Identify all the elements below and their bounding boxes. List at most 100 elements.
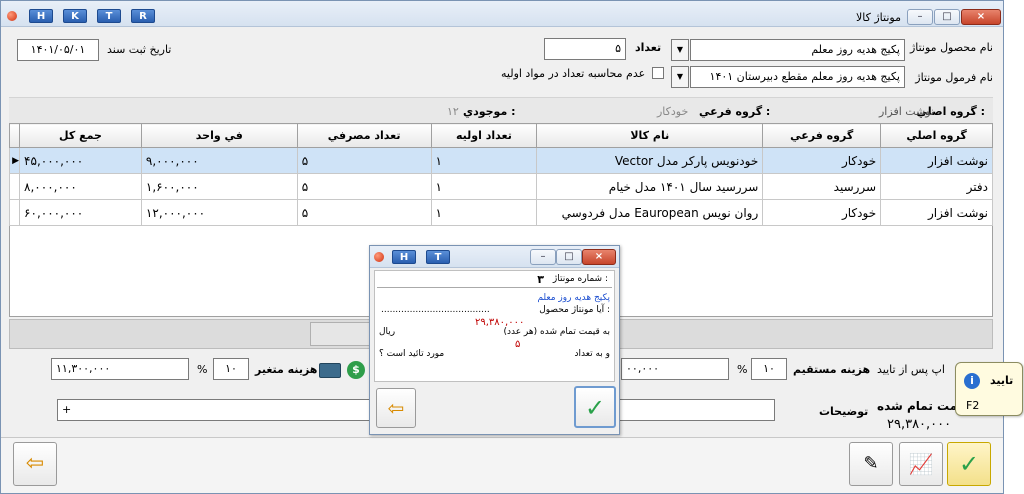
- confirm-dialog: H T – □ × شماره مونتاژ : ۳ پکیج هدیه روز…: [369, 245, 620, 435]
- cell-total: ۸,۰۰۰,۰۰۰: [19, 173, 142, 200]
- report-chart-icon[interactable]: 📈: [899, 442, 943, 486]
- dialog-question-2: به قیمت تمام شده (هر عدد): [503, 327, 610, 337]
- product-select[interactable]: پکیج هدیه روز معلم: [690, 39, 905, 61]
- main-group-value: نوشت افزار: [879, 105, 935, 118]
- final-price-label: یمت تمام شده: [877, 399, 963, 413]
- dialog-confirm-button[interactable]: ✓: [574, 386, 616, 428]
- dialog-maximize-icon[interactable]: □: [556, 249, 582, 265]
- window-title: مونتاژ کالا: [856, 11, 901, 24]
- dialog-hotkey-t-button[interactable]: T: [426, 250, 450, 264]
- confirm-tooltip: i تایید F2: [955, 362, 1023, 416]
- final-price-value: ۲۹,۳۸۰,۰۰۰: [887, 417, 952, 432]
- col-indicator: [8, 123, 21, 148]
- cell-sub-group: سررسید: [762, 173, 882, 200]
- row-pointer-icon: ▶: [8, 147, 21, 174]
- no-calc-label: عدم محاسبه تعداد در مواد اولیه: [501, 67, 646, 80]
- col-initial-qty[interactable]: تعداد اولیه: [430, 123, 538, 148]
- cell-main-group: نوشت افزار: [880, 147, 993, 174]
- hotkey-k-button[interactable]: K: [63, 9, 87, 23]
- exit-icon[interactable]: ⇦: [13, 442, 57, 486]
- cell-initial-qty: ۱: [430, 199, 538, 226]
- stock-value: ۱۲: [447, 105, 459, 118]
- sub-group-label: گروه فرعي :: [699, 105, 771, 118]
- qty-label: تعداد: [635, 41, 662, 54]
- cell-unit-price: ۱۲,۰۰۰,۰۰۰: [140, 199, 298, 226]
- formula-label: نام فرمول مونتاژ: [915, 71, 993, 84]
- cell-main-group: نوشت افزار: [880, 199, 993, 226]
- qty-input[interactable]: ۵: [544, 38, 626, 60]
- date-input[interactable]: ۱۴۰۱/۰۵/۰۱: [17, 39, 99, 61]
- app-icon: [7, 11, 17, 21]
- cell-main-group: دفتر: [880, 173, 993, 200]
- cell-sub-group: خودکار: [762, 147, 882, 174]
- variable-cost-label: هزینه متغیر: [255, 363, 318, 376]
- direct-cost-amount[interactable]: ۰۰,۰۰۰: [621, 358, 729, 380]
- dialog-dots-1: ......................................: [381, 305, 490, 315]
- maximize-icon[interactable]: □: [934, 9, 960, 25]
- row-indicator: [8, 173, 21, 200]
- col-total[interactable]: جمع کل: [19, 123, 142, 148]
- dialog-title-bar: H T – □ ×: [370, 246, 619, 268]
- cell-item-name: سررسید سال ۱۴۰۱ مدل خیام: [536, 173, 764, 200]
- table-row[interactable]: نوشت افزار خودکار روان نویس Eauropean مد…: [8, 199, 993, 226]
- montage-number-label: شماره مونتاژ :: [552, 274, 608, 284]
- variable-cost-amount[interactable]: ۱۱,۳۰۰,۰۰۰: [51, 358, 189, 380]
- formula-dropdown-icon[interactable]: ▼: [671, 66, 689, 88]
- cell-sub-group: خودکار: [762, 199, 882, 226]
- table-row[interactable]: نوشت افزار خودکار خودنویس پارکر مدل Vect…: [8, 147, 993, 174]
- print-after-confirm-label: اپ پس از تایید: [877, 363, 945, 376]
- title-bar: H K T R مونتاژ کالا – □ ×: [1, 1, 1003, 27]
- hotkey-t-button[interactable]: T: [97, 9, 121, 23]
- dialog-currency: ریال: [379, 327, 396, 337]
- product-dropdown-icon[interactable]: ▼: [671, 39, 689, 61]
- direct-cost-percent[interactable]: ۱۰: [751, 358, 787, 380]
- bottom-toolbar: ⇦ ✎ 📈 ✓: [1, 437, 1003, 493]
- table-row[interactable]: دفتر سررسید سررسید سال ۱۴۰۱ مدل خیام ۱ ۵…: [8, 173, 993, 200]
- dialog-product-value: پکیج هدیه روز معلم: [537, 293, 610, 303]
- cell-total: ۴۵,۰۰۰,۰۰۰: [19, 147, 142, 174]
- cell-initial-qty: ۱: [430, 173, 538, 200]
- items-table: گروه اصلي گروه فرعي نام کالا تعداد اولیه…: [8, 123, 993, 226]
- dialog-hotkey-h-button[interactable]: H: [392, 250, 416, 264]
- table-header-row: گروه اصلي گروه فرعي نام کالا تعداد اولیه…: [8, 123, 993, 148]
- formula-select[interactable]: پکیج هدیه روز معلم مقطع دبیرستان ۱۴۰۱: [690, 66, 905, 88]
- dialog-question-4: مورد تائید است ؟: [379, 349, 445, 359]
- cell-total: ۶۰,۰۰۰,۰۰۰: [19, 199, 142, 226]
- col-unit-price[interactable]: في واحد: [140, 123, 298, 148]
- edit-form-icon[interactable]: ✎: [849, 442, 893, 486]
- col-sub-group[interactable]: گروه فرعي: [762, 123, 882, 148]
- sub-group-value: خودکار: [657, 105, 689, 118]
- filter-band: گروه اصلي : نوشت افزار گروه فرعي : خودکا…: [9, 97, 993, 123]
- cell-unit-price: ۹,۰۰۰,۰۰۰: [140, 147, 298, 174]
- tooltip-shortcut: F2: [966, 399, 980, 412]
- cell-consumed-qty: ۵: [296, 147, 432, 174]
- cell-unit-price: ۱,۶۰۰,۰۰۰: [140, 173, 298, 200]
- no-calc-checkbox[interactable]: [652, 67, 664, 79]
- hotkey-h-button[interactable]: H: [29, 9, 53, 23]
- direct-cost-label: هزینه مستقیم: [793, 363, 871, 376]
- dialog-question-3: و به تعداد: [574, 349, 610, 359]
- col-consumed-qty[interactable]: تعداد مصرفي: [296, 123, 432, 148]
- dialog-exit-icon[interactable]: ⇦: [376, 388, 416, 428]
- tooltip-title: تایید: [990, 374, 1014, 387]
- col-main-group[interactable]: گروه اصلي: [880, 123, 993, 148]
- cell-initial-qty: ۱: [430, 147, 538, 174]
- variable-cost-percent[interactable]: ۱۰: [213, 358, 249, 380]
- dialog-close-icon[interactable]: ×: [582, 249, 616, 265]
- product-label: نام محصول مونتاژ: [909, 41, 993, 54]
- info-icon: i: [964, 373, 980, 389]
- close-icon[interactable]: ×: [961, 9, 1001, 25]
- dialog-divider: [377, 287, 612, 288]
- card-icon: [319, 363, 341, 378]
- direct-percent-sign: %: [737, 363, 748, 376]
- dialog-minimize-icon[interactable]: –: [530, 249, 556, 265]
- notes-label: توضیحات: [819, 405, 869, 418]
- confirm-button[interactable]: ✓: [947, 442, 991, 486]
- col-item-name[interactable]: نام کالا: [536, 123, 764, 148]
- date-label: تاریخ ثبت سند: [107, 43, 172, 56]
- cell-consumed-qty: ۵: [296, 173, 432, 200]
- cell-consumed-qty: ۵: [296, 199, 432, 226]
- minimize-icon[interactable]: –: [907, 9, 933, 25]
- dialog-app-icon: [374, 252, 384, 262]
- hotkey-r-button[interactable]: R: [131, 9, 155, 23]
